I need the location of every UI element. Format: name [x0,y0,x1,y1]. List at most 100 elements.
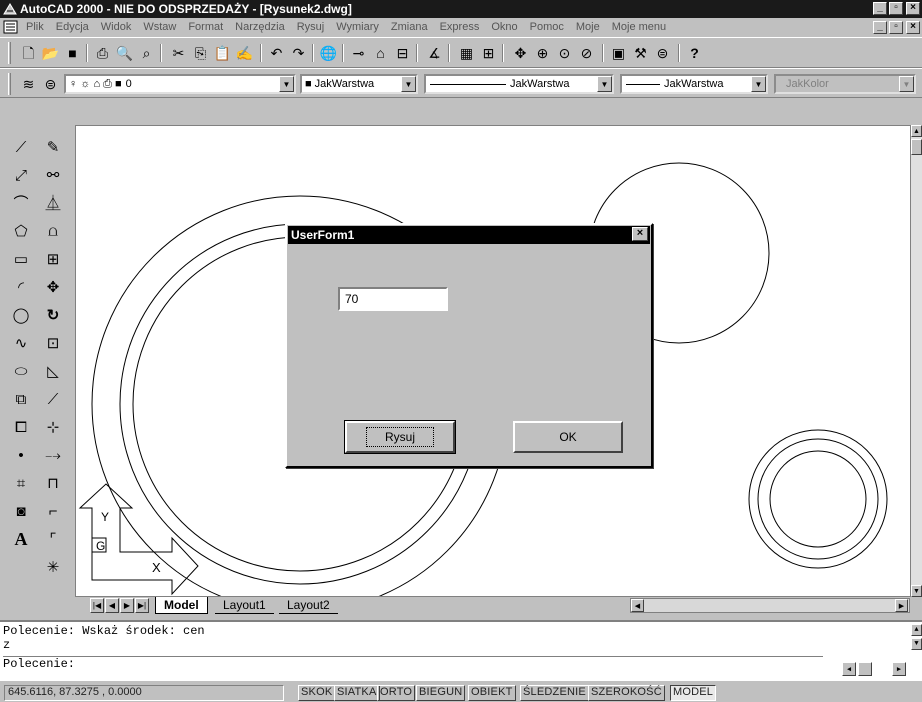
scroll-thumb[interactable] [858,662,872,676]
scroll-down-icon[interactable]: ▼ [911,585,922,597]
prev-tab-icon[interactable]: ◀ [105,598,119,613]
last-tab-icon[interactable]: ▶| [135,598,149,613]
menu-format[interactable]: Format [182,21,229,33]
layers-icon[interactable]: ≋ [18,74,39,94]
toolbar-grip[interactable] [8,73,11,95]
text-icon[interactable]: A [6,525,36,553]
scale-icon[interactable]: ⊡ [38,329,68,357]
scroll-right-icon[interactable]: ▶ [892,662,906,676]
paste-icon[interactable]: 📋 [212,43,233,63]
menu-zmiana[interactable]: Zmiana [385,21,434,33]
chevron-down-icon[interactable]: ▼ [279,76,294,92]
design-center-icon[interactable]: ⊞ [478,43,499,63]
cut-icon[interactable]: ✂ [168,43,189,63]
make-current-layer-icon[interactable]: ⊜ [40,74,61,94]
help-icon[interactable]: ? [684,43,705,63]
otrack-toggle[interactable]: ŚLEDZENIE [520,685,589,701]
distance-icon[interactable]: ⊟ [392,43,413,63]
zoom-previous-icon[interactable]: ⊘ [576,43,597,63]
doc-close-button[interactable]: × [906,21,920,34]
toolbar-grip[interactable] [8,42,11,64]
hyperlink-icon[interactable]: 🌐 [318,43,339,63]
menu-wymiary[interactable]: Wymiary [330,21,385,33]
document-icon[interactable] [3,20,18,34]
draw-button[interactable]: Rysuj [344,420,456,454]
next-tab-icon[interactable]: ▶ [120,598,134,613]
scroll-left-icon[interactable]: ◀ [631,599,644,612]
copy-object-icon[interactable]: ⚯ [38,161,68,189]
polar-toggle[interactable]: BIEGUN [416,685,466,701]
stretch-icon[interactable]: ◺ [38,357,68,385]
menu-pomoc[interactable]: Pomoc [524,21,570,33]
snap-toggle[interactable]: SKOK [298,685,336,701]
spline-icon[interactable]: ∿ [6,329,36,357]
print-icon[interactable]: ⎙ [92,43,113,63]
offset-icon[interactable]: ⩍ [38,217,68,245]
inquiry-icon[interactable]: ∡ [424,43,445,63]
fillet-icon[interactable]: ⌜ [38,525,68,553]
linetype-combo[interactable]: JakWarstwa ▼ [424,74,614,94]
layer-states-icon[interactable]: ⊜ [652,43,673,63]
menu-narzedzia[interactable]: Narzędzia [229,21,291,33]
erase-icon[interactable]: ✎ [38,133,68,161]
insert-block-icon[interactable]: ⧉ [6,385,36,413]
aerial-view-icon[interactable]: ▣ [608,43,629,63]
zoom-realtime-icon[interactable]: ⊕ [532,43,553,63]
coordinate-display[interactable]: 645.6116, 87.3275 , 0.0000 [4,685,284,701]
first-tab-icon[interactable]: |◀ [90,598,104,613]
close-icon[interactable]: × [632,227,648,241]
minimize-button[interactable]: _ [873,2,887,15]
copy-icon[interactable]: ⎘ [190,43,211,63]
ortho-toggle[interactable]: ORTO [377,685,416,701]
make-block-icon[interactable]: ⧠ [6,413,36,441]
menu-moje-menu[interactable]: Moje menu [606,21,672,33]
explode-icon[interactable]: ✳ [38,553,68,581]
region-icon[interactable]: ◙ [6,497,36,525]
match-properties-icon[interactable]: ✍ [234,43,255,63]
redo-icon[interactable]: ↷ [288,43,309,63]
horizontal-scrollbar[interactable]: ◀ ▶ [630,598,910,613]
menu-widok[interactable]: Widok [95,21,138,33]
properties-icon[interactable]: ▦ [456,43,477,63]
circle-icon[interactable]: ◯ [6,301,36,329]
osnap-toggle[interactable]: OBIEKT [468,685,516,701]
hatch-icon[interactable]: ⌗ [6,469,36,497]
scroll-up-icon[interactable]: ▲ [911,125,922,137]
lineweight-toggle[interactable]: SZEROKOŚĆ [588,685,665,701]
tab-layout1[interactable]: Layout1 [215,597,274,614]
print-preview-icon[interactable]: 🔍 [114,43,135,63]
doc-minimize-button[interactable]: _ [873,21,887,34]
zoom-window-icon[interactable]: ⊙ [554,43,575,63]
layer-combo[interactable]: ♀ ☼ ⌂ ⎙ ■ 0 ▼ [64,74,296,94]
maximize-button[interactable]: ▫ [889,2,903,15]
array-icon[interactable]: ⊞ [38,245,68,273]
menu-okno[interactable]: Okno [485,21,523,33]
command-window[interactable]: Polecenie: Wskaż środek: cen z Polecenie… [0,620,922,681]
menu-wstaw[interactable]: Wstaw [137,21,182,33]
chevron-down-icon[interactable]: ▼ [401,76,416,92]
lineweight-combo[interactable]: JakWarstwa ▼ [620,74,768,94]
doc-restore-button[interactable]: ▫ [889,21,903,34]
rotate-icon[interactable]: ↻ [38,301,68,329]
ellipse-icon[interactable]: ⬭ [6,357,36,385]
extend-icon[interactable]: ⤍ [38,441,68,469]
scroll-thumb[interactable] [911,139,922,155]
polygon-icon[interactable]: ⬠ [6,217,36,245]
lengthen-icon[interactable]: ⟋ [38,385,68,413]
color-combo[interactable]: ■ JakWarstwa ▼ [300,74,418,94]
arc-icon[interactable]: ◜ [6,273,36,301]
mirror-icon[interactable]: ⏅ [38,189,68,217]
autocad-app-icon[interactable] [3,2,17,16]
move-icon[interactable]: ✥ [38,273,68,301]
chevron-down-icon[interactable]: ▼ [751,76,766,92]
menu-plik[interactable]: Plik [20,21,50,33]
ucs-icon[interactable]: ⌂ [370,43,391,63]
menu-moje[interactable]: Moje [570,21,606,33]
trim-icon[interactable]: ⊹ [38,413,68,441]
model-toggle[interactable]: MODEL [670,685,717,701]
tab-layout2[interactable]: Layout2 [279,597,338,614]
menu-edycja[interactable]: Edycja [50,21,95,33]
small-circle-inner[interactable] [769,450,867,548]
point-icon[interactable]: • [6,441,36,469]
rectangle-icon[interactable]: ▭ [6,245,36,273]
